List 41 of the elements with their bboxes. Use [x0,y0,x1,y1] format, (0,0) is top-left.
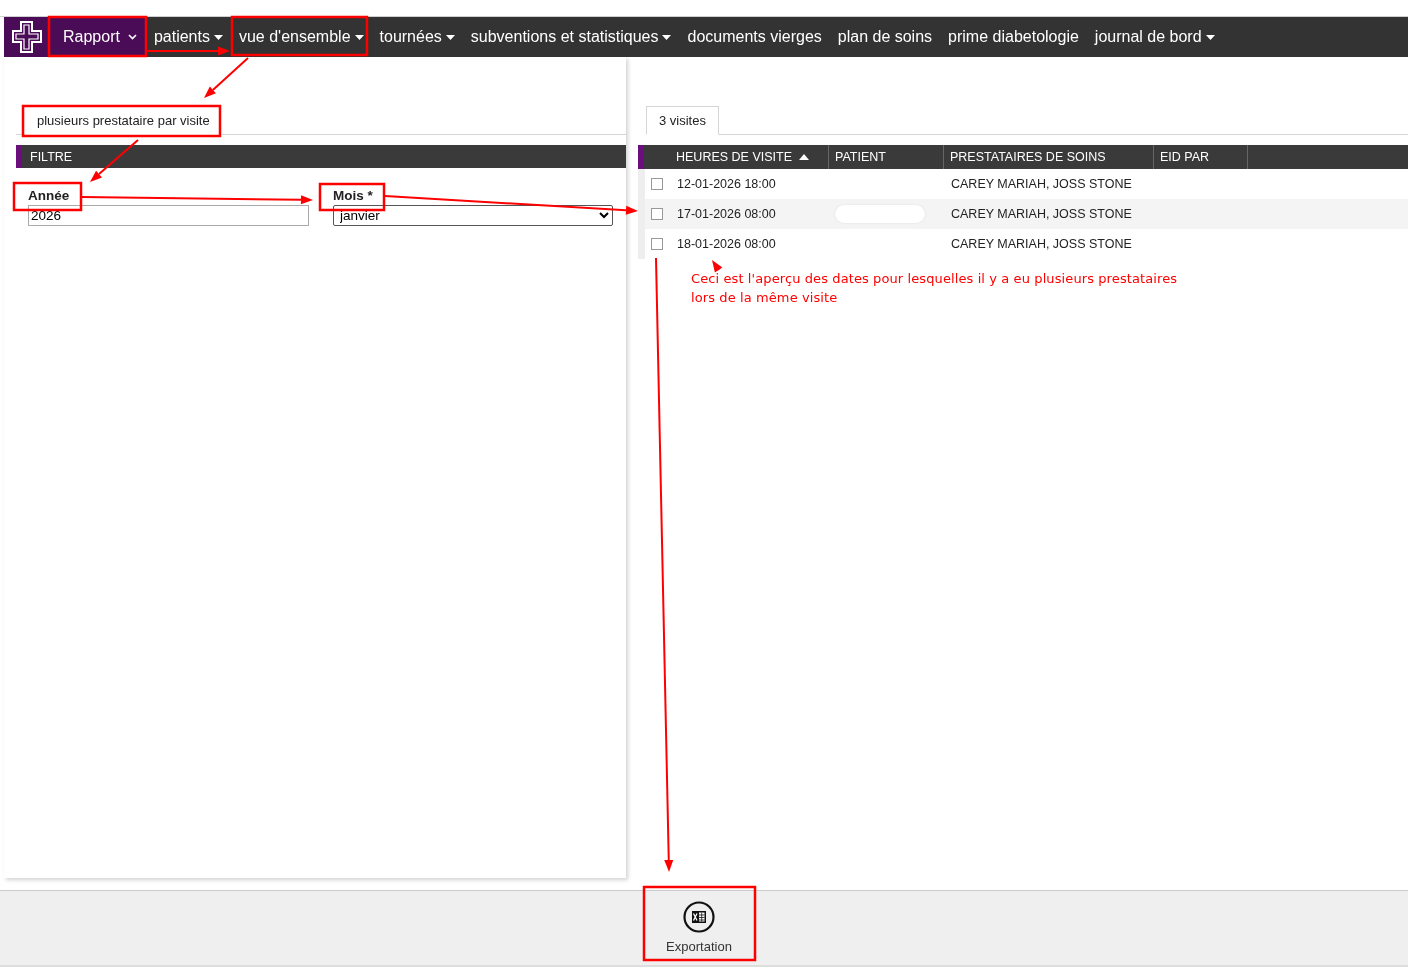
nav-menu-item[interactable]: prime diabetologie [940,17,1087,57]
table-cell: CAREY MARIAH, JOSS STONE [951,237,1132,251]
nav-menu-item[interactable]: subventions et statistiques [462,17,680,57]
dropdown-field[interactable]: janvier [333,205,613,226]
nav-menu-item[interactable]: patients [145,17,231,57]
field-label: Mois * [333,188,373,203]
annotation-box [12,181,83,212]
caret-icon [1205,34,1215,40]
row-checkbox[interactable] [651,238,663,250]
annotation-note: Ceci est l'aperçu des dates pour lesquelles il y a eu plusieurs prestataires lors de la même visite [691,270,1179,307]
nav-menu-item[interactable]: plan de soins [829,17,941,57]
export-button[interactable]: Exportation [645,889,753,965]
logo-icon [10,20,43,54]
chevron-icon [127,34,137,40]
annotation-arrow [712,260,723,273]
row-checkbox[interactable] [651,178,663,190]
caret-icon [662,34,672,40]
caret-icon [445,34,455,40]
row-checkbox[interactable] [651,208,663,220]
annotation-box [318,182,386,212]
results-tab[interactable]: 3 visites [646,106,719,135]
table-cell: CAREY MARIAH, JOSS STONE [951,177,1132,191]
column-header[interactable]: EID PAR [1154,145,1248,169]
table-cell: 18-01-2026 08:00 [677,237,776,251]
caret-icon [354,34,364,40]
column-header[interactable]: PRESTATAIRES DE SOINS [944,145,1154,169]
nav-menu-item[interactable]: journal de bord [1086,17,1223,57]
nav-menu-item[interactable]: documents vierges [679,17,830,57]
nav-menu-item[interactable]: tournées [371,17,463,57]
caret-icon [213,34,223,40]
nav-menu-item[interactable]: vue d'ensemble [230,17,372,57]
panel-header: FILTRE [29,149,73,164]
table-cell: 17-01-2026 08:00 [677,207,776,221]
table-cell: 12-01-2026 18:00 [677,177,776,191]
table-cell: CAREY MARIAH, JOSS STONE [951,207,1132,221]
column-header[interactable]: HEURES DE VISITE [644,145,829,169]
annotation-arrow [90,139,139,182]
column-header[interactable]: PATIENT [829,145,944,169]
spreadsheet-icon [683,900,715,933]
field-label: Année [28,188,70,203]
input-field[interactable]: 2026 [28,205,309,226]
